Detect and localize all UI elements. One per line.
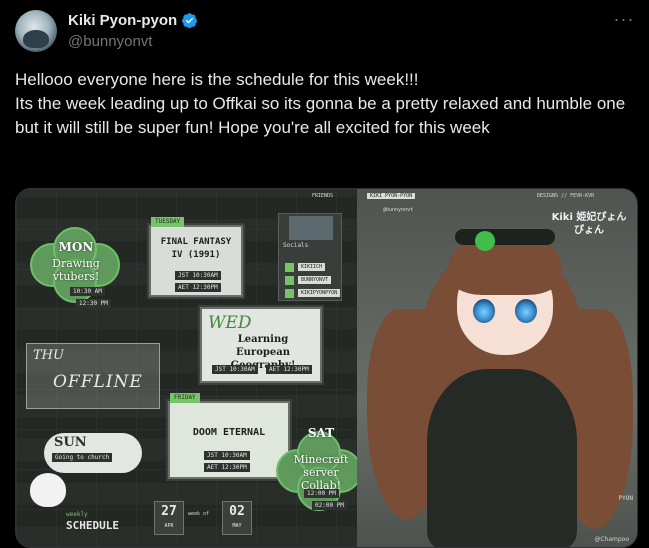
youtube-icon [285, 288, 294, 298]
footer-label-top: weekly [66, 511, 88, 518]
tweet-header: Kiki Pyon-pyon @bunnyonvt ··· [15, 10, 635, 56]
end-date-tile: 02 MAY [222, 501, 252, 535]
start-date-tile: 27 APR [154, 501, 184, 535]
end-month: MAY [232, 523, 242, 529]
social-row: BUNNYONVT [285, 275, 332, 285]
friday-title: DOOM ETERNAL [192, 427, 266, 438]
clover-hairpin-icon [475, 231, 495, 251]
monday-clover: MON Drawing vtubers! 10:30 AM 12:30 PM [30, 227, 122, 308]
verified-badge-icon [182, 13, 198, 29]
wednesday-day: WED [208, 313, 252, 333]
friday-jst: JST 10:30AM [204, 451, 250, 460]
sunday-subtitle: Going to church [52, 453, 113, 462]
tuesday-card: TUESDAY FINAL FANTASY IV (1991) JST 10:3… [149, 217, 243, 297]
tuesday-title-b: IV (1991) [171, 250, 221, 260]
saturday-time-b: 02:00 PM [312, 501, 347, 510]
footer-label-main: SCHEDULE [66, 519, 119, 532]
social-handle: KIKIPYONPYON [298, 289, 341, 297]
social-handle: KIKIICH [298, 263, 326, 271]
twitter-icon [285, 275, 294, 285]
twitch-icon [285, 262, 294, 272]
left-eye [473, 299, 495, 323]
dress [427, 369, 577, 547]
saturday-title: Minecraft server Collab! [293, 453, 349, 492]
tuesday-aet: AET 12:30PM [175, 283, 221, 292]
author-handle[interactable]: @bunnyonvt [68, 33, 152, 50]
social-row: KIKIICH [285, 262, 326, 272]
sunday-bubble: SUN Going to church [44, 433, 142, 473]
saturday-time-a: 12:00 PM [304, 489, 339, 498]
monday-title: Drawing vtubers! [52, 257, 100, 283]
wednesday-time-b: AET 12:30PM [266, 365, 312, 374]
week-of-label: week of [188, 511, 210, 517]
wednesday-time-a: JST 10:30AM [212, 365, 258, 374]
tweet-text: Hellooo everyone here is the schedule fo… [15, 68, 635, 140]
social-row: KIKIPYONPYON [285, 288, 341, 298]
end-day: 02 [229, 504, 245, 519]
thursday-card: THU OFFLINE [26, 343, 160, 409]
social-handle: BUNNYONVT [298, 276, 332, 284]
artist-credit: @Champoo [594, 536, 629, 543]
socials-label: Socials [283, 242, 309, 249]
character-illustration [357, 189, 637, 547]
thursday-status: OFFLINE [53, 372, 143, 392]
corner-label: PYON [618, 495, 633, 502]
tweet-line-2: Its the week leading up to Offkai so its… [15, 94, 630, 137]
start-day: 27 [161, 504, 177, 519]
author-display-name[interactable]: Kiki Pyon-pyon [68, 12, 177, 29]
thursday-day: THU [33, 348, 64, 363]
monday-time-b: 12:30 PM [76, 299, 111, 308]
monday-time-a: 10:30 AM [70, 287, 105, 296]
tuesday-title-a: FINAL FANTASY [160, 237, 232, 247]
schedule-panel: FRIENDS MON Drawing vtubers! 10:30 AM 12… [16, 189, 362, 547]
saturday-clover: SAT Minecraft server Collab! 12:00 PM 02… [276, 427, 364, 511]
schedule-image[interactable]: FRIENDS MON Drawing vtubers! 10:30 AM 12… [15, 188, 638, 548]
friday-card: FRIDAY DOOM ETERNAL JST 10:30AM AET 12:3… [168, 393, 290, 479]
saturday-day: SAT [307, 426, 335, 440]
friday-aet: AET 12:30PM [204, 463, 250, 472]
sunday-day: SUN [54, 435, 87, 450]
bunny-mascot-icon [30, 473, 66, 507]
top-bar-left: FRIENDS [312, 193, 334, 199]
tuesday-tab: TUESDAY [151, 217, 185, 227]
character-panel: KIKI PYON-PYON DESIGNS // FEVR-KVR @bunn… [357, 189, 637, 547]
more-options-icon[interactable]: ··· [613, 10, 635, 30]
monday-day: MON [58, 240, 94, 254]
tuesday-jst: JST 10:30AM [175, 271, 221, 280]
tweet-line-1: Hellooo everyone here is the schedule fo… [15, 70, 419, 89]
socials-box: Socials KIKIICH BUNNYONVT KIKIPYONPYON [278, 213, 342, 301]
author-name-row: Kiki Pyon-pyon [68, 12, 198, 29]
right-eye [515, 299, 537, 323]
start-month: APR [164, 523, 174, 529]
friday-tab: FRIDAY [170, 393, 200, 403]
socials-portrait [289, 216, 333, 240]
wednesday-card: WED Learning European Geography! JST 10:… [200, 307, 322, 383]
headband [455, 229, 555, 245]
avatar[interactable] [15, 10, 57, 52]
